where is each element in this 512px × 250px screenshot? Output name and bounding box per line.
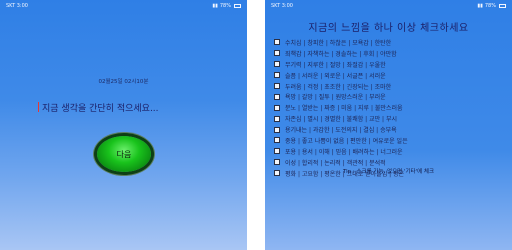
battery-level: 78%: [484, 3, 496, 9]
right-screen: SKT 3:00 ▮▮ 78% 지금의 느낌을 하나 이상 체크하세요 수치심 …: [265, 0, 512, 250]
checkbox[interactable]: [274, 39, 280, 46]
battery-icon: [234, 4, 241, 8]
next-button-label: 다음: [116, 149, 132, 159]
checklist-item-label: 포용 | 용서 | 이해 | 믿음 | 배려하는 | 너그러운: [285, 148, 403, 156]
tip-text: Tip : 스크롤 가능, 없으면 '기타'에 체크: [342, 169, 435, 175]
checkbox[interactable]: [274, 72, 280, 79]
checkbox[interactable]: [274, 115, 280, 122]
checkbox[interactable]: [274, 61, 280, 68]
thought-input[interactable]: 지금 생각을 간단히 적으세요...: [38, 100, 218, 114]
status-bar: SKT 3:00 ▮▮ 78%: [0, 0, 247, 12]
checklist-item-label: 두려움 | 걱정 | 초조한 | 긴장되는 | 조마한: [285, 83, 392, 91]
thought-input-placeholder: 지금 생각을 간단히 적으세요...: [42, 104, 159, 114]
checkbox[interactable]: [274, 159, 280, 166]
checkbox[interactable]: [274, 93, 280, 100]
checkbox[interactable]: [274, 104, 280, 111]
checklist-item[interactable]: 중용 | 좋고 나쁨이 없음 | 편안한 | 여유로운 일은: [274, 135, 504, 146]
status-carrier: SKT 3:00: [271, 3, 293, 9]
checklist-item-label: 자존심 | 멸시 | 경멸한 | 불쾌함 | 교만 | 부시: [285, 116, 397, 124]
checklist-item-label: 수치심 | 창피한 | 하찮은 | 모욕감 | 한탄한: [285, 39, 392, 47]
battery-icon: [499, 4, 506, 8]
checklist-item[interactable]: 용기내는 | 과감한 | 도전의지 | 결심 | 승부욕: [274, 124, 504, 135]
checklist-item-label: 죄책감 | 자책하는 | 경솔하는 | 후회 | 야만함: [285, 50, 397, 58]
checklist-item[interactable]: 수치심 | 창피한 | 하찮은 | 모욕감 | 한탄한: [274, 37, 504, 48]
next-button[interactable]: 다음: [97, 136, 151, 172]
checklist-item[interactable]: 분노 | 열받는 | 짜증 | 미움 | 지루 | 불만스러움: [274, 102, 504, 113]
checklist-item-label: 이성 | 합리적 | 논리적 | 객관적 | 분석적: [285, 159, 386, 167]
checkbox[interactable]: [274, 83, 280, 89]
checklist-item-label: 중용 | 좋고 나쁨이 없음 | 편안한 | 여유로운 일은: [285, 137, 408, 145]
text-cursor: [38, 102, 39, 112]
checklist-item-label: 분노 | 열받는 | 짜증 | 미움 | 지루 | 불만스러움: [285, 105, 403, 113]
checkbox[interactable]: [274, 148, 280, 155]
checklist-item-label: 욕망 | 갈망 | 질투 | 원망스러운 | 부러운: [285, 94, 386, 102]
checklist-item[interactable]: 자존심 | 멸시 | 경멸한 | 불쾌함 | 교만 | 부시: [274, 113, 504, 124]
checklist-item-label: 용기내는 | 과감한 | 도전의지 | 결심 | 승부욕: [285, 127, 397, 135]
battery-level: 78%: [219, 3, 231, 9]
checklist-item[interactable]: 무기력 | 지루한 | 절망 | 좌절감 | 우울한: [274, 59, 504, 70]
date-time: 02월25일 02시10분: [98, 79, 149, 85]
checkbox[interactable]: [274, 126, 280, 133]
checklist-item[interactable]: 두려움 | 걱정 | 초조한 | 긴장되는 | 조마한: [274, 81, 504, 92]
checkbox[interactable]: [274, 50, 280, 57]
checklist-item[interactable]: 포용 | 용서 | 이해 | 믿음 | 배려하는 | 너그러운: [274, 146, 504, 157]
status-carrier: SKT 3:00: [6, 3, 28, 9]
signal-icon: ▮▮: [212, 3, 218, 9]
signal-icon: ▮▮: [477, 3, 483, 9]
feeling-checklist[interactable]: 수치심 | 창피한 | 하찮은 | 모욕감 | 한탄한죄책감 | 자책하는 | …: [274, 37, 504, 179]
checklist-item-label: 슬픔 | 서러운 | 외로운 | 서글픈 | 서러운: [285, 72, 386, 80]
checklist-item[interactable]: 욕망 | 갈망 | 질투 | 원망스러운 | 부러운: [274, 91, 504, 102]
checklist-item[interactable]: 죄책감 | 자책하는 | 경솔하는 | 후회 | 야만함: [274, 48, 504, 59]
checkbox[interactable]: [274, 137, 280, 144]
checklist-title: 지금의 느낌을 하나 이상 체크하세요: [308, 23, 469, 34]
checklist-item-label: 무기력 | 지루한 | 절망 | 좌절감 | 우울한: [285, 61, 386, 69]
checklist-item[interactable]: 슬픔 | 서러운 | 외로운 | 서글픈 | 서러운: [274, 70, 504, 81]
status-bar: SKT 3:00 ▮▮ 78%: [265, 0, 512, 12]
left-screen: SKT 3:00 ▮▮ 78% 02월25일 02시10분 지금 생각을 간단히…: [0, 0, 247, 250]
